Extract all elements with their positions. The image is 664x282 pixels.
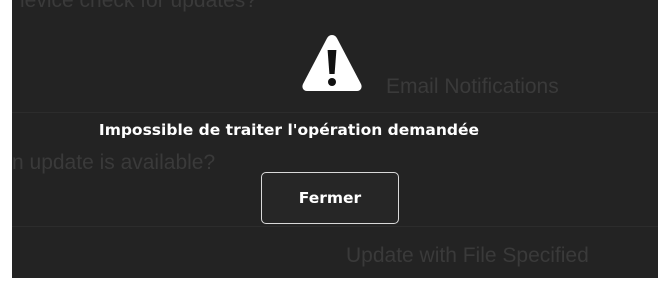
bg-setting-label-check-updates: levice check for updates? [20, 0, 257, 12]
error-message: Impossible de traiter l'opération demand… [98, 121, 480, 139]
bg-setting-label-update-file: Update with File Specified [346, 244, 589, 267]
bg-setting-label-update-available: n update is available? [12, 151, 216, 174]
screen: levice check for updates? Email Notifica… [0, 0, 664, 282]
bg-divider [12, 226, 658, 227]
warning-icon [302, 35, 362, 91]
close-button-label: Fermer [298, 189, 362, 207]
close-button[interactable]: Fermer [261, 172, 399, 224]
bg-setting-label-email-notifications: Email Notifications [386, 75, 559, 98]
bg-divider [12, 112, 658, 113]
